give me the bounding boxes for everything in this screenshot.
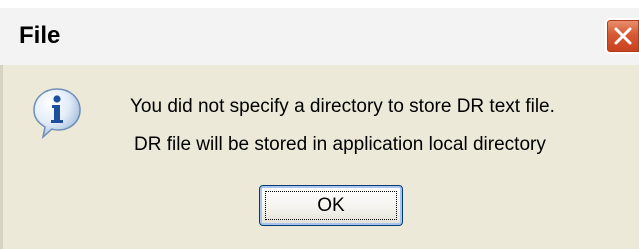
info-icon bbox=[33, 88, 81, 139]
close-button[interactable] bbox=[605, 18, 639, 54]
dialog-body: You did not specify a directory to store… bbox=[0, 65, 639, 249]
ok-button[interactable]: OK bbox=[259, 185, 403, 226]
title-bar[interactable]: File bbox=[0, 8, 639, 65]
dialog-title: File bbox=[19, 22, 61, 49]
screen: File You did not specify a directory to … bbox=[0, 0, 639, 249]
close-icon bbox=[614, 27, 632, 45]
ok-button-label: OK bbox=[317, 195, 345, 216]
message-line-2: DR file will be stored in application lo… bbox=[134, 134, 546, 155]
file-dialog: File You did not specify a directory to … bbox=[0, 8, 639, 249]
message-line-1: You did not specify a directory to store… bbox=[130, 96, 555, 117]
